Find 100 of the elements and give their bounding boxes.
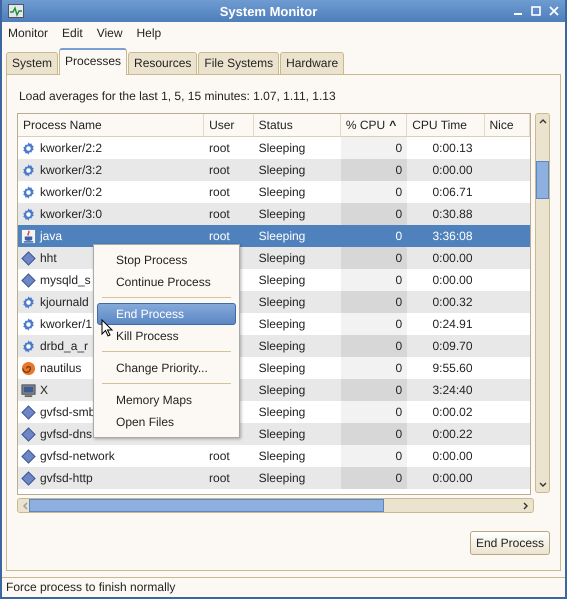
- tab[interactable]: Hardware: [280, 52, 344, 74]
- cpu-cell: 0: [395, 185, 402, 199]
- pointer-icon: [101, 319, 113, 337]
- process-name[interactable]: nautilus: [40, 361, 82, 375]
- user-cell: root: [209, 185, 230, 199]
- scroll-thumb[interactable]: [29, 499, 384, 512]
- process-name[interactable]: mysqld_s: [40, 273, 91, 287]
- monitor-icon: [21, 382, 36, 398]
- cpu-cell: 0: [395, 273, 402, 287]
- gear-icon: [21, 162, 36, 178]
- column-header[interactable]: Process Name: [18, 114, 204, 136]
- diamond-icon: [21, 250, 36, 266]
- diamond-icon: [21, 272, 36, 288]
- status-cell: Sleeping: [258, 449, 306, 463]
- cpu-time-cell: 0:00.00: [432, 449, 473, 463]
- scroll-thumb[interactable]: [536, 161, 549, 199]
- diamond-icon: [21, 448, 36, 464]
- cpu-time-cell: 0:00.00: [432, 471, 473, 485]
- cpu-cell: 0: [395, 163, 402, 177]
- window-title: System Monitor: [218, 4, 318, 18]
- menu-item[interactable]: View: [96, 26, 122, 42]
- column-header[interactable]: % CPU ^: [340, 114, 408, 136]
- diamond-icon: [21, 470, 36, 486]
- status-cell: Sleeping: [258, 251, 306, 265]
- status-cell: Sleeping: [258, 141, 306, 155]
- column-header[interactable]: Nice: [484, 114, 530, 136]
- cup-icon: [21, 228, 36, 244]
- process-name[interactable]: kjournald: [40, 295, 89, 309]
- cpu-time-cell: 0:00.02: [432, 405, 473, 419]
- menu-item[interactable]: Monitor: [8, 26, 48, 42]
- status-cell: Sleeping: [258, 295, 306, 309]
- process-name[interactable]: drbd_a_r: [40, 339, 88, 353]
- gear-icon: [21, 294, 36, 310]
- column-header[interactable]: Status: [254, 114, 341, 136]
- cpu-cell: 0: [395, 207, 402, 221]
- shell-icon: [21, 360, 36, 376]
- status-cell: Sleeping: [258, 471, 306, 485]
- close-icon[interactable]: [549, 6, 559, 16]
- vertical-scrollbar[interactable]: [535, 113, 550, 493]
- tab[interactable]: Processes: [59, 48, 128, 75]
- cpu-time-cell: 0:00.22: [432, 427, 473, 441]
- tab[interactable]: File Systems: [198, 52, 280, 74]
- end-process-button[interactable]: End Process: [470, 531, 550, 555]
- monitor-icon: [8, 4, 24, 18]
- gear-icon: [21, 140, 36, 156]
- cpu-cell: 0: [395, 361, 402, 375]
- menu-item[interactable]: Continue Process: [97, 271, 236, 293]
- gear-icon: [21, 338, 36, 354]
- menu-item[interactable]: Help: [136, 26, 162, 42]
- tab[interactable]: Resources: [128, 52, 198, 74]
- cpu-cell: 0: [395, 251, 402, 265]
- status-cell: Sleeping: [258, 405, 306, 419]
- cpu-cell: 0: [395, 295, 402, 309]
- status-cell: Sleeping: [258, 185, 306, 199]
- tab[interactable]: System: [6, 52, 58, 74]
- user-cell: root: [209, 207, 230, 221]
- process-name[interactable]: hht: [40, 251, 57, 265]
- menu-item[interactable]: Memory Maps: [97, 389, 236, 411]
- process-name[interactable]: gvfsd-smb: [40, 405, 96, 419]
- process-name[interactable]: java: [40, 229, 62, 243]
- process-name[interactable]: gvfsd-http: [40, 471, 93, 485]
- menu-item[interactable]: Open Files: [97, 411, 236, 433]
- menu-item[interactable]: Edit: [62, 26, 83, 42]
- cpu-time-cell: 0:09.70: [432, 339, 473, 353]
- status-cell: Sleeping: [258, 163, 306, 177]
- menu-item[interactable]: Stop Process: [97, 249, 236, 271]
- process-name[interactable]: gvfsd-network: [40, 449, 115, 463]
- process-name[interactable]: kworker/2:2: [40, 141, 102, 155]
- process-name[interactable]: kworker/0:2: [40, 185, 102, 199]
- process-name[interactable]: kworker/3:2: [40, 163, 102, 177]
- user-cell: root: [209, 163, 230, 177]
- gear-icon: [21, 206, 36, 222]
- column-header[interactable]: CPU Time: [407, 114, 485, 136]
- cpu-time-cell: 0:00.00: [432, 251, 473, 265]
- maximize-icon[interactable]: [531, 6, 541, 16]
- status-bar: Force process to finish normally: [2, 577, 565, 597]
- cpu-cell: 0: [395, 471, 402, 485]
- cpu-time-cell: 0:24.91: [432, 317, 473, 331]
- menu-item[interactable]: Kill Process: [97, 325, 236, 347]
- load-averages-text: Load averages for the last 1, 5, 15 minutes: 1.07, 1.11, 1.13: [18, 88, 337, 105]
- process-name[interactable]: kworker/3:0: [40, 207, 102, 221]
- column-header[interactable]: User: [204, 114, 254, 136]
- user-cell: root: [209, 141, 230, 155]
- process-name[interactable]: gvfsd-dns: [40, 427, 92, 441]
- cpu-time-cell: 3:24:40: [432, 383, 473, 397]
- cpu-cell: 0: [395, 317, 402, 331]
- gear-icon: [21, 316, 36, 332]
- process-name[interactable]: kworker/1: [40, 317, 92, 331]
- cpu-cell: 0: [395, 383, 402, 397]
- cpu-time-cell: 0:06.71: [432, 185, 473, 199]
- diamond-icon: [21, 426, 36, 442]
- process-name[interactable]: X: [40, 383, 48, 397]
- status-cell: Sleeping: [258, 361, 306, 375]
- diamond-icon: [21, 404, 36, 420]
- cpu-cell: 0: [395, 141, 402, 155]
- cpu-cell: 0: [395, 449, 402, 463]
- menu-item[interactable]: Change Priority...: [97, 357, 236, 379]
- status-cell: Sleeping: [258, 383, 306, 397]
- horizontal-scrollbar[interactable]: [17, 498, 534, 513]
- cpu-time-cell: 0:30.88: [432, 207, 473, 221]
